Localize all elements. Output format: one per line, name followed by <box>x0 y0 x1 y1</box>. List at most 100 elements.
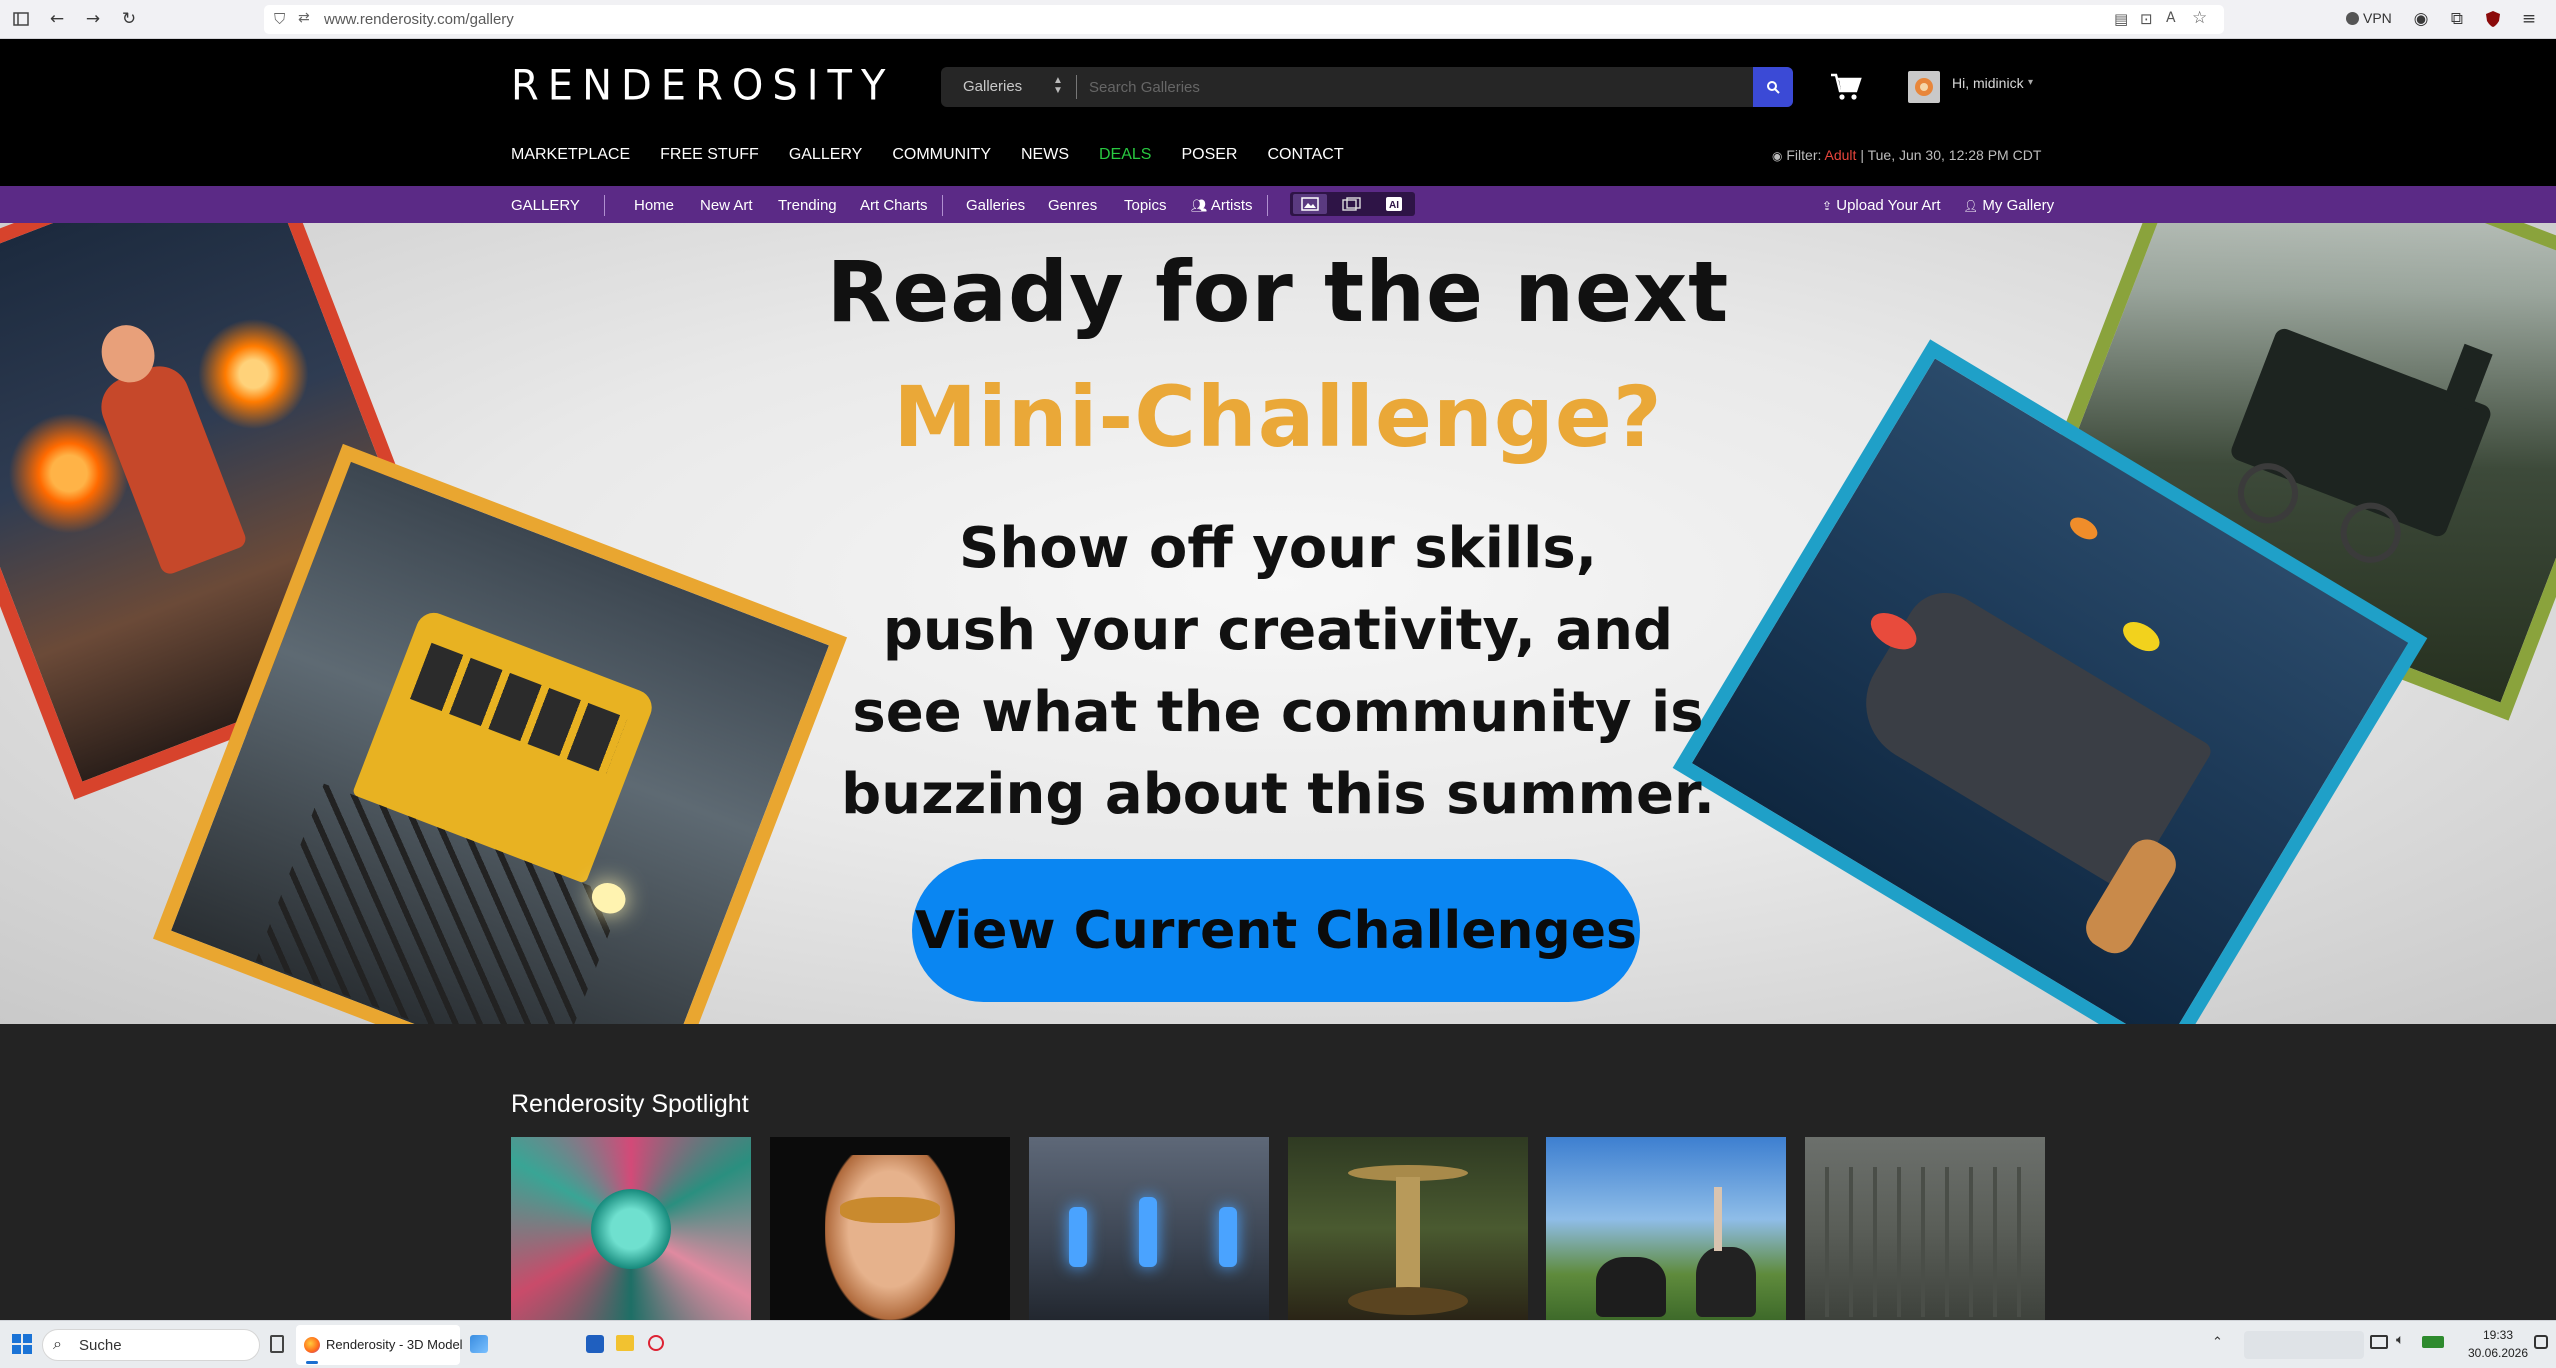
view-challenges-button[interactable]: View Current Challenges <box>912 859 1640 1002</box>
upload-art-link[interactable]: ⇪ Upload Your Art <box>1822 197 1940 214</box>
taskbar-firefox-app[interactable]: Renderosity - 3D Model <box>296 1325 463 1365</box>
forward-icon[interactable]: → <box>82 8 104 30</box>
upload-art-label: Upload Your Art <box>1836 197 1941 214</box>
speaker-icon[interactable]: 🔈︎ <box>2396 1332 2404 1348</box>
spotlight-thumbnail[interactable] <box>1288 1137 1528 1320</box>
spotlight-thumbnail[interactable] <box>511 1137 751 1320</box>
select-arrows-icon: ▲ ▼ <box>1053 75 1063 96</box>
spotlight-thumbnail[interactable] <box>1029 1137 1269 1320</box>
back-icon[interactable]: ← <box>46 8 68 30</box>
ostrich-body <box>1596 1257 1666 1317</box>
tray-widget[interactable] <box>2244 1331 2364 1359</box>
header-datetime: | Tue, Jun 30, 12:28 PM CDT <box>1860 147 2042 163</box>
url-text: www.renderosity.com/gallery <box>324 11 514 28</box>
cart-icon[interactable] <box>1830 72 1862 102</box>
portrait-mask <box>840 1197 940 1223</box>
vpn-label: VPN <box>2363 10 2392 26</box>
reader-view-icon[interactable]: ▤ <box>2114 10 2128 28</box>
taskbar-time[interactable]: 19:33 <box>2466 1328 2530 1342</box>
monitor-icon[interactable] <box>2370 1335 2388 1349</box>
eye-icon: ◉ <box>1772 149 1783 163</box>
folder-icon[interactable] <box>616 1335 634 1351</box>
reload-icon[interactable]: ↻ <box>118 8 140 30</box>
taskbar-date[interactable]: 30.06.2026 <box>2466 1346 2530 1360</box>
hero-banner[interactable]: Ready for the next Mini-Challenge? Show … <box>0 223 2556 1024</box>
view-gallery-button[interactable] <box>1335 194 1369 214</box>
nav-deals[interactable]: DEALS <box>1099 146 1151 164</box>
kaleidoscope-center <box>591 1189 671 1269</box>
fence <box>1825 1167 2025 1317</box>
search-input[interactable] <box>1089 67 1689 107</box>
sidebar-toggle-icon[interactable] <box>10 8 32 30</box>
nav-poser[interactable]: POSER <box>1181 146 1237 164</box>
battery-icon[interactable] <box>2422 1336 2444 1348</box>
nav-gallery[interactable]: GALLERY <box>789 146 863 164</box>
nav-news[interactable]: NEWS <box>1021 146 1069 164</box>
taskbar-app-label: Renderosity - 3D Model <box>326 1337 463 1352</box>
filter-value[interactable]: Adult <box>1825 147 1857 163</box>
gallery-nav-artists-label: Artists <box>1210 197 1253 214</box>
view-ai-button[interactable]: AI <box>1377 194 1411 214</box>
bookmark-star-icon[interactable]: ☆ <box>2192 8 2207 28</box>
gallery-nav-art-charts[interactable]: Art Charts <box>860 197 928 214</box>
nav-divider <box>604 195 605 216</box>
site-permissions-icon[interactable]: ⇄ <box>298 10 310 26</box>
firefox-icon <box>304 1337 320 1353</box>
app-icon[interactable] <box>470 1335 488 1353</box>
user-greeting[interactable]: Hi, midinick <box>1952 75 2024 91</box>
view-mode-toggle: AI <box>1290 192 1415 216</box>
nav-free-stuff[interactable]: FREE STUFF <box>660 146 759 164</box>
view-images-button[interactable] <box>1293 194 1327 214</box>
ublock-icon[interactable] <box>2482 8 2504 30</box>
content-filter[interactable]: ◉ Filter: Adult | Tue, Jun 30, 12:28 PM … <box>1772 147 2041 163</box>
gallery-nav-home[interactable]: Home <box>634 197 674 214</box>
search-category-value: Galleries <box>963 78 1023 95</box>
extensions-icon[interactable]: ⧉ <box>2446 8 2468 30</box>
windows-start-icon[interactable] <box>12 1334 32 1359</box>
site-header: RENDEROSITY Galleries ▲▼ Hi, midinick ▾ … <box>0 39 2556 186</box>
spotlight-thumbnail[interactable] <box>1546 1137 1786 1320</box>
browser-toolbar: ← → ↻ ⛉ ⇄ www.renderosity.com/gallery ▤ … <box>0 0 2556 39</box>
gallery-nav-new-art[interactable]: New Art <box>700 197 753 214</box>
task-view-icon[interactable] <box>270 1335 284 1353</box>
chevron-up-icon[interactable]: ⌃ <box>2212 1335 2223 1350</box>
vpn-icon <box>2346 11 2359 25</box>
upload-icon: ⇪ <box>1822 199 1833 213</box>
my-gallery-link[interactable]: 👤︎ My Gallery <box>1963 197 2054 214</box>
menu-icon[interactable]: ≡ <box>2518 8 2540 30</box>
gallery-nav-genres[interactable]: Genres <box>1048 197 1097 214</box>
app-icon[interactable] <box>648 1335 664 1351</box>
taskbar-search[interactable]: ⌕ Suche <box>42 1329 260 1361</box>
gallery-nav-artists[interactable]: 👥︎ Artists <box>1191 197 1253 214</box>
my-gallery-label: My Gallery <box>1982 197 2055 214</box>
user-avatar[interactable] <box>1908 71 1940 103</box>
gallery-nav-galleries[interactable]: Galleries <box>966 197 1025 214</box>
spotlight-thumbnail[interactable] <box>770 1137 1010 1320</box>
search-divider <box>1076 75 1077 99</box>
hero-body-line: see what the community is <box>852 680 1704 745</box>
nav-divider <box>1267 195 1268 216</box>
vpn-button[interactable]: VPN <box>2346 10 2392 26</box>
nav-marketplace[interactable]: MARKETPLACE <box>511 146 630 164</box>
hero-title-line-2: Mini-Challenge? <box>893 368 1663 466</box>
tree-base <box>1348 1287 1468 1315</box>
chevron-down-icon[interactable]: ▾ <box>2028 77 2033 88</box>
nav-community[interactable]: COMMUNITY <box>892 146 991 164</box>
site-logo[interactable]: RENDEROSITY <box>511 62 894 110</box>
nav-contact[interactable]: CONTACT <box>1267 146 1343 164</box>
gallery-section-label[interactable]: GALLERY <box>511 197 580 214</box>
active-indicator <box>306 1361 318 1364</box>
screenshot-icon[interactable]: ⊡ <box>2140 10 2153 28</box>
search-bar: Galleries ▲ ▼ <box>941 67 1793 107</box>
search-button[interactable] <box>1753 67 1793 107</box>
ostrich-neck <box>1714 1187 1722 1251</box>
address-bar[interactable]: ⛉ ⇄ www.renderosity.com/gallery ▤ ⊡ A ☆ <box>264 5 2224 34</box>
gallery-nav-trending[interactable]: Trending <box>778 197 837 214</box>
translate-icon[interactable]: A <box>2166 10 2176 26</box>
gallery-nav-topics[interactable]: Topics <box>1124 197 1167 214</box>
notification-icon[interactable] <box>2534 1335 2548 1349</box>
spotlight-heading: Renderosity Spotlight <box>511 1090 749 1118</box>
spotlight-thumbnail[interactable] <box>1805 1137 2045 1320</box>
app-icon[interactable] <box>586 1335 604 1353</box>
account-icon[interactable]: ◉ <box>2410 8 2432 30</box>
